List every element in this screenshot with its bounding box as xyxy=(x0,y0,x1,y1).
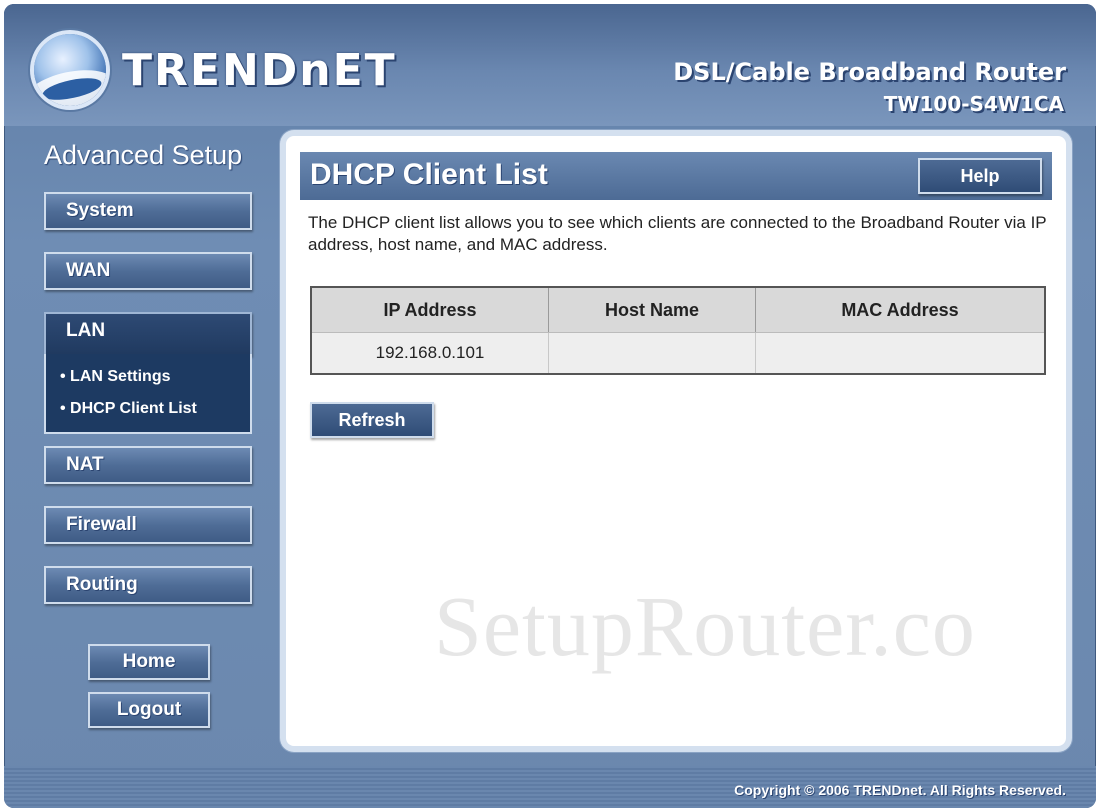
router-admin-frame: TRENDnET DSL/Cable Broadband Router TW10… xyxy=(4,4,1096,808)
sidebar-title: Advanced Setup xyxy=(44,140,243,170)
submenu-dhcp-client-list[interactable]: • DHCP Client List xyxy=(60,400,197,418)
nav-system-button[interactable]: System xyxy=(44,192,252,230)
column-mac-address: MAC Address xyxy=(755,286,1046,333)
page-description: The DHCP client list allows you to see w… xyxy=(308,213,1047,254)
nav-routing-button[interactable]: Routing xyxy=(44,566,252,604)
nav-lan-button[interactable]: LAN xyxy=(44,312,252,356)
watermark: SetupRouter.co xyxy=(434,578,976,674)
table-row: 192.168.0.101 xyxy=(310,332,1046,375)
home-button[interactable]: Home xyxy=(88,644,210,680)
cell-host-name xyxy=(548,332,756,375)
nav-firewall-button[interactable]: Firewall xyxy=(44,506,252,544)
logo-text: TRENDnET xyxy=(122,44,397,96)
copyright-text: Copyright © 2006 TRENDnet. All Rights Re… xyxy=(734,782,1066,798)
logout-button[interactable]: Logout xyxy=(88,692,210,728)
nav-wan-button[interactable]: WAN xyxy=(44,252,252,290)
page-title: DHCP Client List xyxy=(310,158,548,191)
cell-mac-address xyxy=(755,332,1046,375)
content-panel: DHCP Client List Help The DHCP client li… xyxy=(286,136,1066,746)
table-header-row: IP Address Host Name MAC Address xyxy=(310,286,1046,333)
panel-header: DHCP Client List Help xyxy=(300,152,1052,200)
submenu-lan-settings[interactable]: • LAN Settings xyxy=(60,368,171,386)
trendnet-logo-icon xyxy=(34,34,106,106)
column-host-name: Host Name xyxy=(548,286,756,333)
dhcp-client-table: IP Address Host Name MAC Address 192.168… xyxy=(310,286,1046,375)
cell-ip-address: 192.168.0.101 xyxy=(310,332,549,375)
product-title: DSL/Cable Broadband Router xyxy=(673,58,1066,86)
trendnet-logo: TRENDnET xyxy=(34,30,397,110)
help-button[interactable]: Help xyxy=(918,158,1042,194)
product-model: TW100-S4W1CA xyxy=(883,92,1064,116)
column-ip-address: IP Address xyxy=(310,286,549,333)
refresh-button[interactable]: Refresh xyxy=(310,402,434,438)
footer: Copyright © 2006 TRENDnet. All Rights Re… xyxy=(4,766,1096,808)
nav-nat-button[interactable]: NAT xyxy=(44,446,252,484)
lan-submenu: • LAN Settings • DHCP Client List xyxy=(44,354,252,434)
header: TRENDnET DSL/Cable Broadband Router TW10… xyxy=(4,4,1096,126)
